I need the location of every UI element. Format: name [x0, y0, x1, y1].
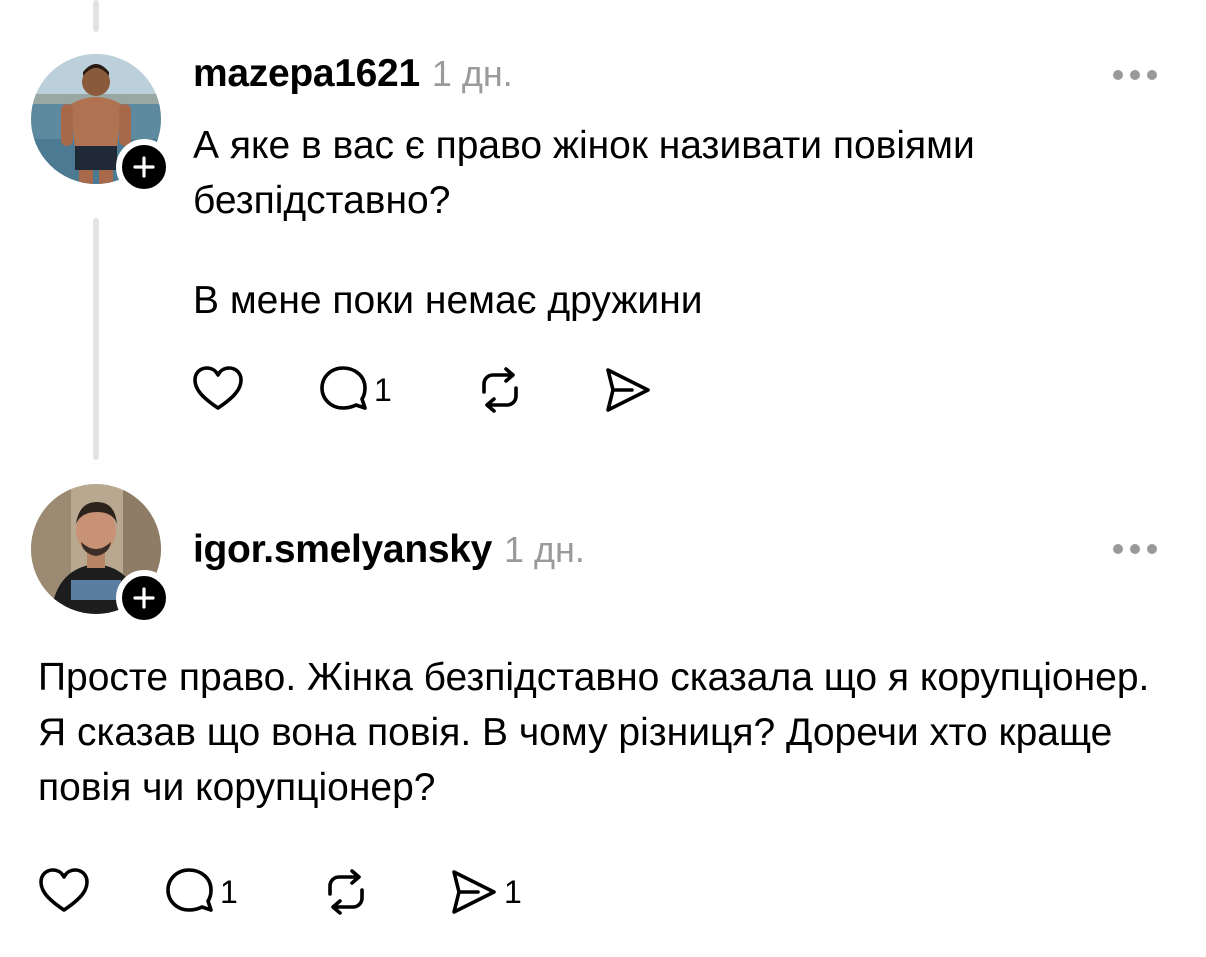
more-horizontal-icon: [1113, 544, 1123, 554]
post-header: mazepa1621 1 дн.: [193, 52, 513, 96]
repost-button[interactable]: [472, 362, 528, 418]
post-actions: 1: [190, 362, 670, 418]
repost-icon: [482, 367, 518, 413]
reply-button[interactable]: 1: [318, 362, 392, 418]
share-button[interactable]: [598, 362, 654, 418]
thread-line: [93, 218, 99, 460]
follow-button[interactable]: [116, 139, 172, 195]
heart-icon: [39, 868, 89, 912]
send-icon: [606, 368, 650, 412]
like-button[interactable]: [36, 864, 92, 920]
post-time: 1 дн.: [431, 53, 513, 94]
plus-icon: [133, 587, 155, 609]
post-text: А яке в вас є право жінок називати повія…: [193, 124, 975, 222]
comment-icon: [166, 868, 213, 912]
more-options-button[interactable]: [1113, 544, 1157, 554]
share-button[interactable]: 1: [444, 864, 522, 920]
more-options-button[interactable]: [1113, 70, 1157, 80]
post-text: В мене поки немає дружини: [193, 279, 703, 322]
reply-count: 1: [374, 371, 392, 408]
repost-icon: [328, 869, 364, 915]
plus-icon: [133, 156, 155, 178]
share-count: 1: [504, 873, 522, 910]
thread-line: [93, 0, 99, 32]
comment-icon: [320, 366, 367, 410]
username[interactable]: mazepa1621: [193, 52, 420, 96]
send-icon: [452, 870, 496, 914]
post-time: 1 дн.: [504, 529, 585, 570]
username[interactable]: igor.smelyansky: [193, 528, 492, 572]
post-actions: 1 1: [36, 864, 556, 920]
like-button[interactable]: [190, 362, 246, 418]
reply-count: 1: [220, 873, 238, 910]
post-header: igor.smelyansky 1 дн.: [193, 528, 585, 572]
repost-button[interactable]: [318, 864, 374, 920]
more-horizontal-icon: [1113, 70, 1123, 80]
post-text: Просте право. Жінка безпідставно сказала…: [38, 656, 1150, 809]
reply-button[interactable]: 1: [164, 864, 238, 920]
follow-button[interactable]: [116, 570, 172, 626]
heart-icon: [193, 366, 243, 410]
